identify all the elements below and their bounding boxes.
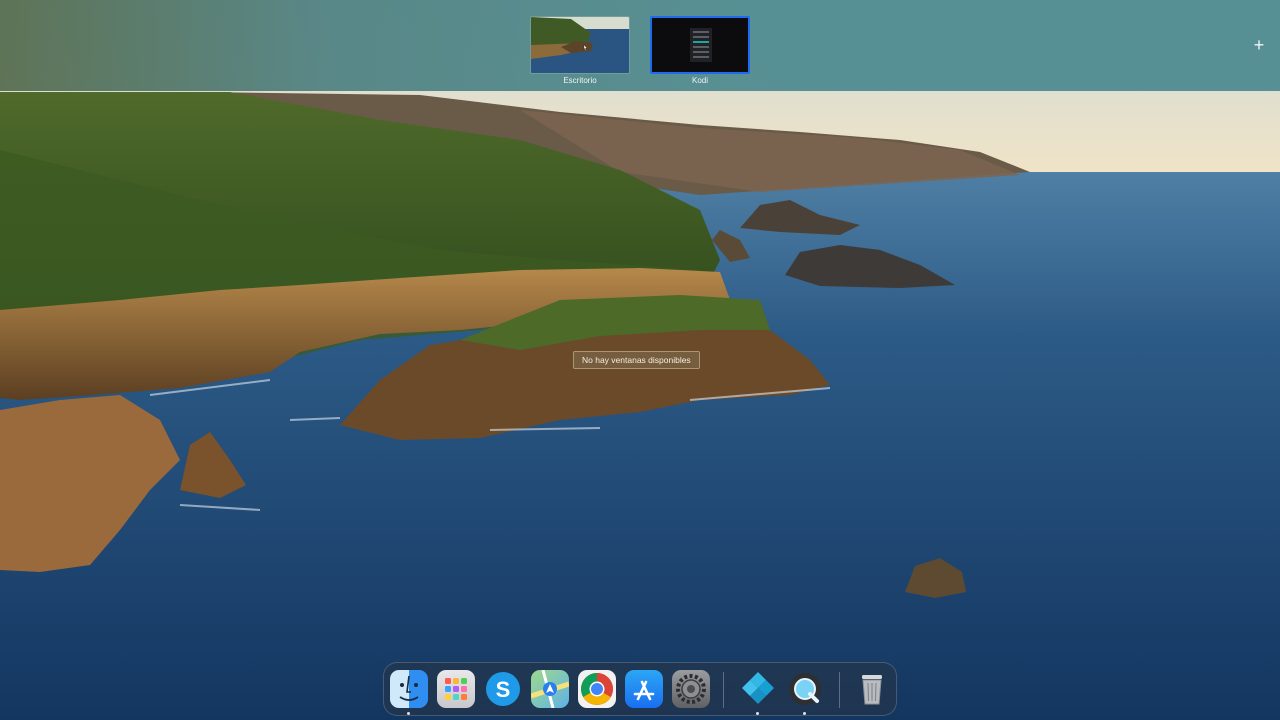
add-space-button[interactable]: + — [1249, 34, 1269, 56]
dock-separator — [839, 672, 840, 708]
chrome-icon[interactable] — [578, 670, 616, 708]
trash-icon[interactable] — [853, 670, 891, 708]
settings-gear-icon[interactable] — [672, 670, 710, 708]
kodi-icon[interactable] — [739, 670, 777, 708]
kodi-menu-preview — [690, 28, 712, 62]
space-kodi[interactable]: Kodi — [650, 16, 750, 88]
space-kodi-label: Kodi — [691, 76, 708, 85]
app-store-icon[interactable] — [625, 670, 663, 708]
no-windows-tooltip: No hay ventanas disponibles — [573, 351, 700, 369]
space-desktop-label: Escritorio — [563, 76, 597, 85]
kodi-running-indicator — [756, 712, 759, 715]
quicktime-running-indicator — [803, 712, 806, 715]
maps-icon[interactable] — [531, 670, 569, 708]
space-desktop-thumbnail[interactable] — [530, 16, 630, 74]
launchpad-icon[interactable] — [437, 670, 475, 708]
desktop-thumbnail-image — [531, 17, 629, 73]
svg-text:S: S — [496, 677, 511, 702]
space-desktop[interactable]: Escritorio — [530, 16, 630, 88]
skype-icon[interactable]: S — [484, 670, 522, 708]
space-kodi-thumbnail[interactable] — [650, 16, 750, 74]
mission-control-spaces-bar: Escritorio Kodi + — [0, 0, 1280, 91]
dock-separator — [723, 672, 724, 708]
finder-icon[interactable] — [390, 670, 428, 708]
dock: S — [383, 662, 897, 716]
finder-running-indicator — [407, 712, 410, 715]
quicktime-icon[interactable] — [786, 670, 824, 708]
